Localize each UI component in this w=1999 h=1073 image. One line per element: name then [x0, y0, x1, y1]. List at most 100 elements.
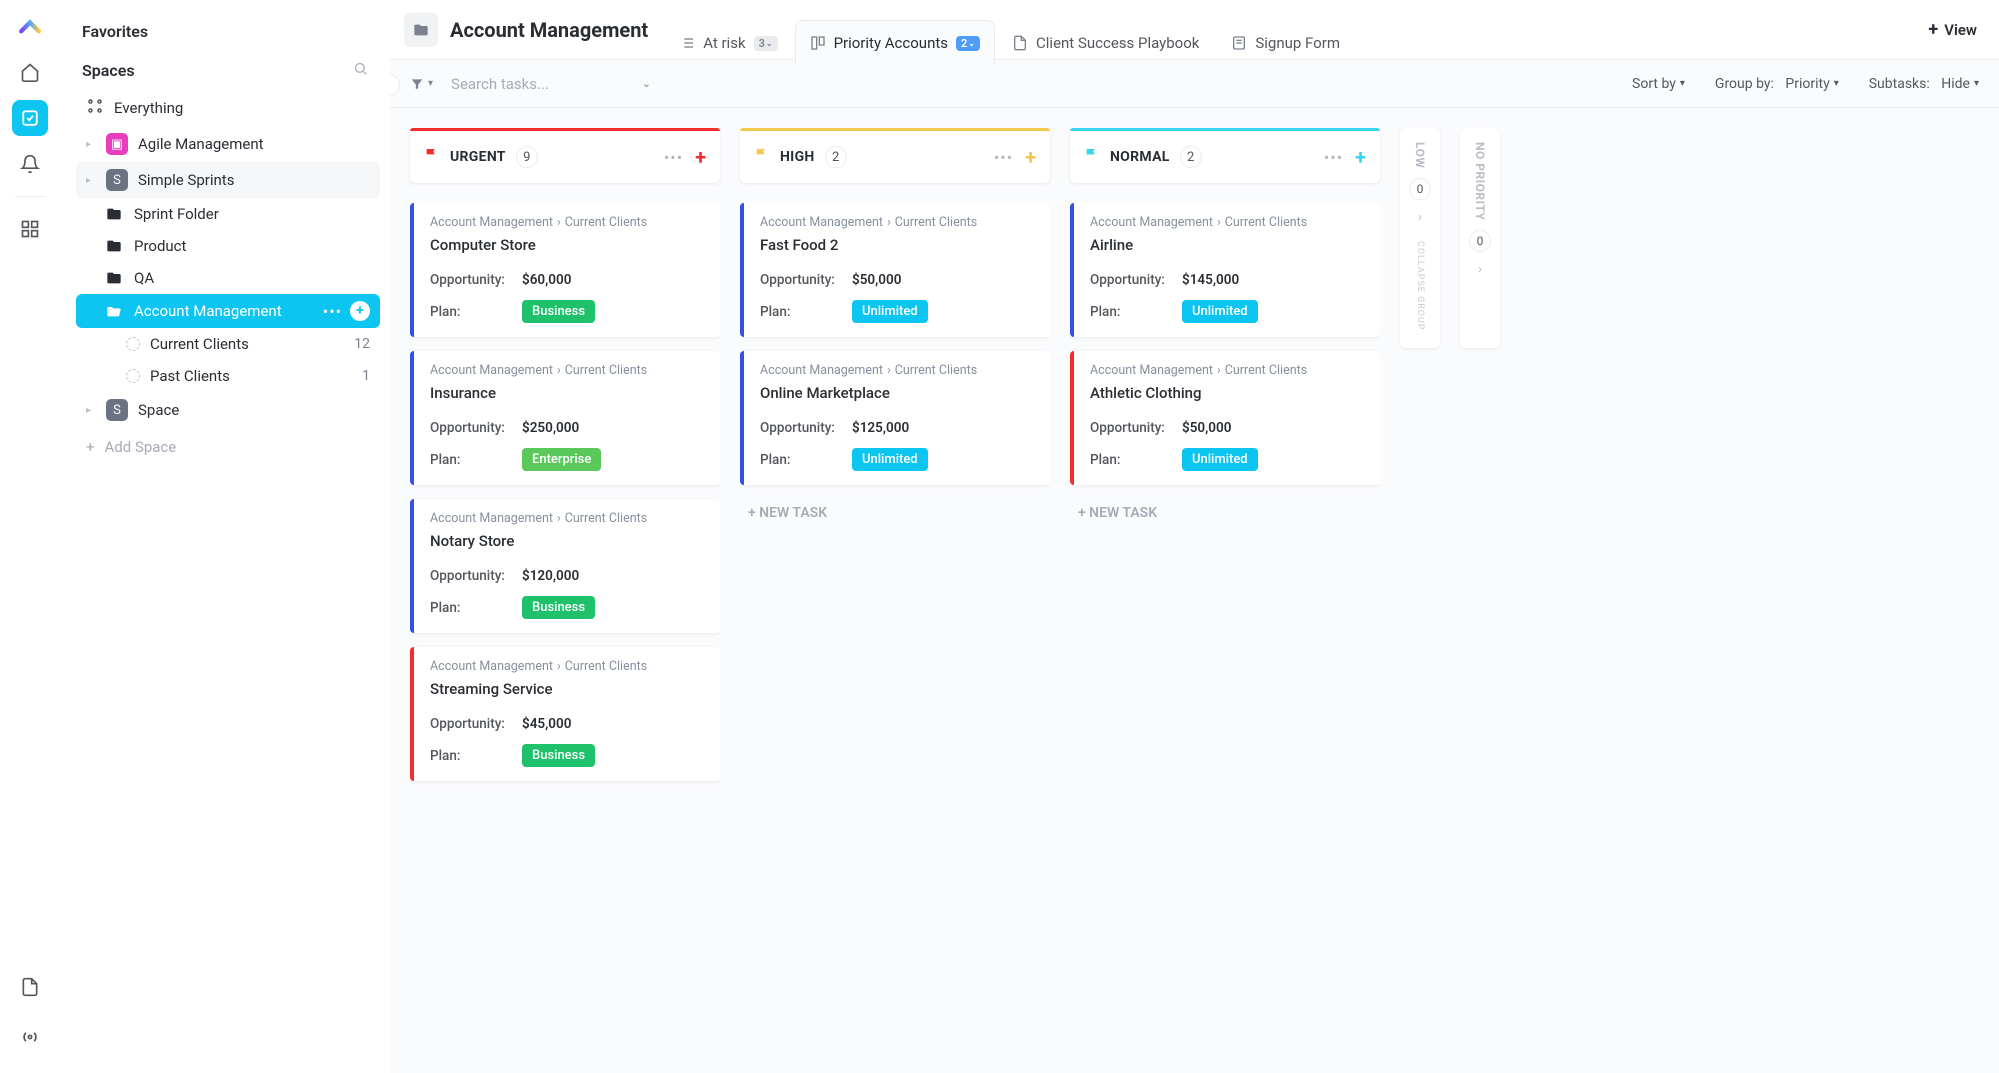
task-card[interactable]: Account Management›Current Clients Comput… — [410, 203, 720, 337]
group-by-button[interactable]: Group by: Priority ▾ — [1715, 76, 1839, 92]
subtasks-button[interactable]: Subtasks: Hide ▾ — [1869, 76, 1979, 92]
more-icon[interactable]: ••• — [323, 302, 342, 321]
task-card[interactable]: Account Management›Current Clients Online… — [740, 351, 1050, 485]
chevron-icon: ▸ — [86, 175, 96, 186]
sidebar-item-space[interactable]: ▸SSpace — [76, 392, 380, 428]
breadcrumb: Account Management›Current Clients — [1090, 363, 1364, 378]
task-card[interactable]: Account Management›Current Clients Airlin… — [1070, 203, 1380, 337]
card-title: Fast Food 2 — [760, 236, 1034, 254]
badge: 3⌄ — [754, 36, 778, 51]
sort-by-button[interactable]: Sort by▾ — [1632, 76, 1685, 92]
task-card[interactable]: Account Management›Current Clients Fast F… — [740, 203, 1050, 337]
column-header: URGENT9•••+ — [410, 128, 720, 183]
plan-tag: Unlimited — [1182, 300, 1258, 323]
plan-tag: Business — [522, 596, 595, 619]
folder-icon[interactable] — [404, 13, 438, 47]
sidebar-item-sprint-folder[interactable]: Sprint Folder — [76, 198, 380, 230]
sidebar-item-product[interactable]: Product — [76, 230, 380, 262]
add-task-button[interactable]: + — [1025, 145, 1036, 169]
add-icon[interactable]: + — [350, 301, 370, 321]
breadcrumb: Account Management›Current Clients — [760, 215, 1034, 230]
sidebar: Favorites Spaces Everything ▸▣Agile Mana… — [60, 0, 390, 1073]
left-rail — [0, 0, 60, 1073]
plan-tag: Unlimited — [1182, 448, 1258, 471]
collapsed-column-low[interactable]: LOW0›COLLAPSE GROUP — [1400, 128, 1440, 348]
rail-broadcast-icon[interactable] — [12, 1019, 48, 1055]
breadcrumb: Account Management›Current Clients — [430, 659, 704, 674]
card-title: Athletic Clothing — [1090, 384, 1364, 402]
topbar: Account Management At risk3⌄Priority Acc… — [390, 0, 1999, 60]
sidebar-item-simple-sprints[interactable]: ▸SSimple Sprints — [76, 162, 380, 198]
add-task-button[interactable]: + — [1355, 145, 1366, 169]
column-normal: NORMAL2•••+Account Management›Current Cl… — [1070, 128, 1380, 547]
board-icon — [810, 35, 826, 51]
plan-tag: Enterprise — [522, 448, 601, 471]
new-task-button[interactable]: + NEW TASK — [1070, 499, 1380, 527]
sidebar-item-agile-management[interactable]: ▸▣Agile Management — [76, 126, 380, 162]
card-title: Airline — [1090, 236, 1364, 254]
badge: 2⌄ — [956, 36, 980, 51]
card-title: Computer Store — [430, 236, 704, 254]
sidebar-item-past-clients[interactable]: Past Clients1 — [96, 360, 380, 392]
space-icon: ▣ — [106, 133, 128, 155]
task-card[interactable]: Account Management›Current Clients Athlet… — [1070, 351, 1380, 485]
flag-icon — [424, 147, 440, 167]
column-header: HIGH2•••+ — [740, 128, 1050, 183]
more-icon[interactable]: ••• — [664, 148, 683, 167]
sidebar-everything[interactable]: Everything — [76, 90, 380, 126]
form-icon — [1231, 35, 1247, 51]
add-space-button[interactable]: + Add Space — [70, 428, 380, 466]
chevron-icon: › — [1418, 210, 1422, 225]
card-title: Insurance — [430, 384, 704, 402]
flag-icon — [754, 147, 770, 167]
task-card[interactable]: Account Management›Current Clients Stream… — [410, 647, 720, 781]
task-card[interactable]: Account Management›Current Clients Notary… — [410, 499, 720, 633]
column-urgent: URGENT9•••+Account Management›Current Cl… — [410, 128, 720, 801]
new-task-button[interactable]: + NEW TASK — [740, 499, 1050, 527]
breadcrumb: Account Management›Current Clients — [1090, 215, 1364, 230]
add-view-button[interactable]: + View — [1920, 19, 1985, 40]
main-area: Account Management At risk3⌄Priority Acc… — [390, 0, 1999, 1073]
flag-icon — [1084, 147, 1100, 167]
sidebar-item-qa[interactable]: QA — [76, 262, 380, 294]
breadcrumb: Account Management›Current Clients — [430, 511, 704, 526]
kanban-board: URGENT9•••+Account Management›Current Cl… — [390, 108, 1999, 1073]
search-icon[interactable] — [353, 61, 368, 80]
folder-icon — [106, 206, 124, 222]
toolbar: ‹ ▾ Search tasks... ⌄ Sort by▾ Group by:… — [390, 60, 1999, 108]
breadcrumb: Account Management›Current Clients — [760, 363, 1034, 378]
sidebar-item-current-clients[interactable]: Current Clients12 — [96, 328, 380, 360]
task-card[interactable]: Account Management›Current Clients Insura… — [410, 351, 720, 485]
collapsed-column-no-priority[interactable]: NO PRIORITY0› — [1460, 128, 1500, 348]
breadcrumb: Account Management›Current Clients — [430, 215, 704, 230]
plus-icon: + — [1928, 19, 1938, 40]
count-badge: 9 — [516, 146, 538, 168]
folder-icon — [106, 270, 124, 286]
card-title: Notary Store — [430, 532, 704, 550]
breadcrumb: Account Management›Current Clients — [430, 363, 704, 378]
card-title: Online Marketplace — [760, 384, 1034, 402]
count-badge: 2 — [825, 146, 847, 168]
rail-notifications-icon[interactable] — [12, 146, 48, 182]
sidebar-item-account-management[interactable]: Account Management•••+ — [76, 294, 380, 328]
rail-docs-icon[interactable] — [12, 969, 48, 1005]
folder-icon — [106, 238, 124, 254]
list-icon — [126, 369, 140, 383]
column-high: HIGH2•••+Account Management›Current Clie… — [740, 128, 1050, 547]
more-icon[interactable]: ••• — [1324, 148, 1343, 167]
add-task-button[interactable]: + — [695, 145, 706, 169]
everything-icon — [86, 97, 104, 119]
chevron-icon: ▸ — [86, 139, 96, 150]
rail-tasks-icon[interactable] — [12, 100, 48, 136]
favorites-header[interactable]: Favorites — [70, 12, 380, 51]
doc-icon — [1012, 35, 1028, 51]
card-title: Streaming Service — [430, 680, 704, 698]
search-input[interactable]: Search tasks... ⌄ — [451, 75, 651, 93]
list-icon — [679, 35, 695, 51]
more-icon[interactable]: ••• — [994, 148, 1013, 167]
filter-button[interactable]: ▾ — [410, 77, 433, 91]
rail-dashboards-icon[interactable] — [12, 211, 48, 247]
app-logo[interactable] — [16, 12, 44, 44]
folder-icon — [106, 303, 124, 319]
rail-home-icon[interactable] — [12, 54, 48, 90]
